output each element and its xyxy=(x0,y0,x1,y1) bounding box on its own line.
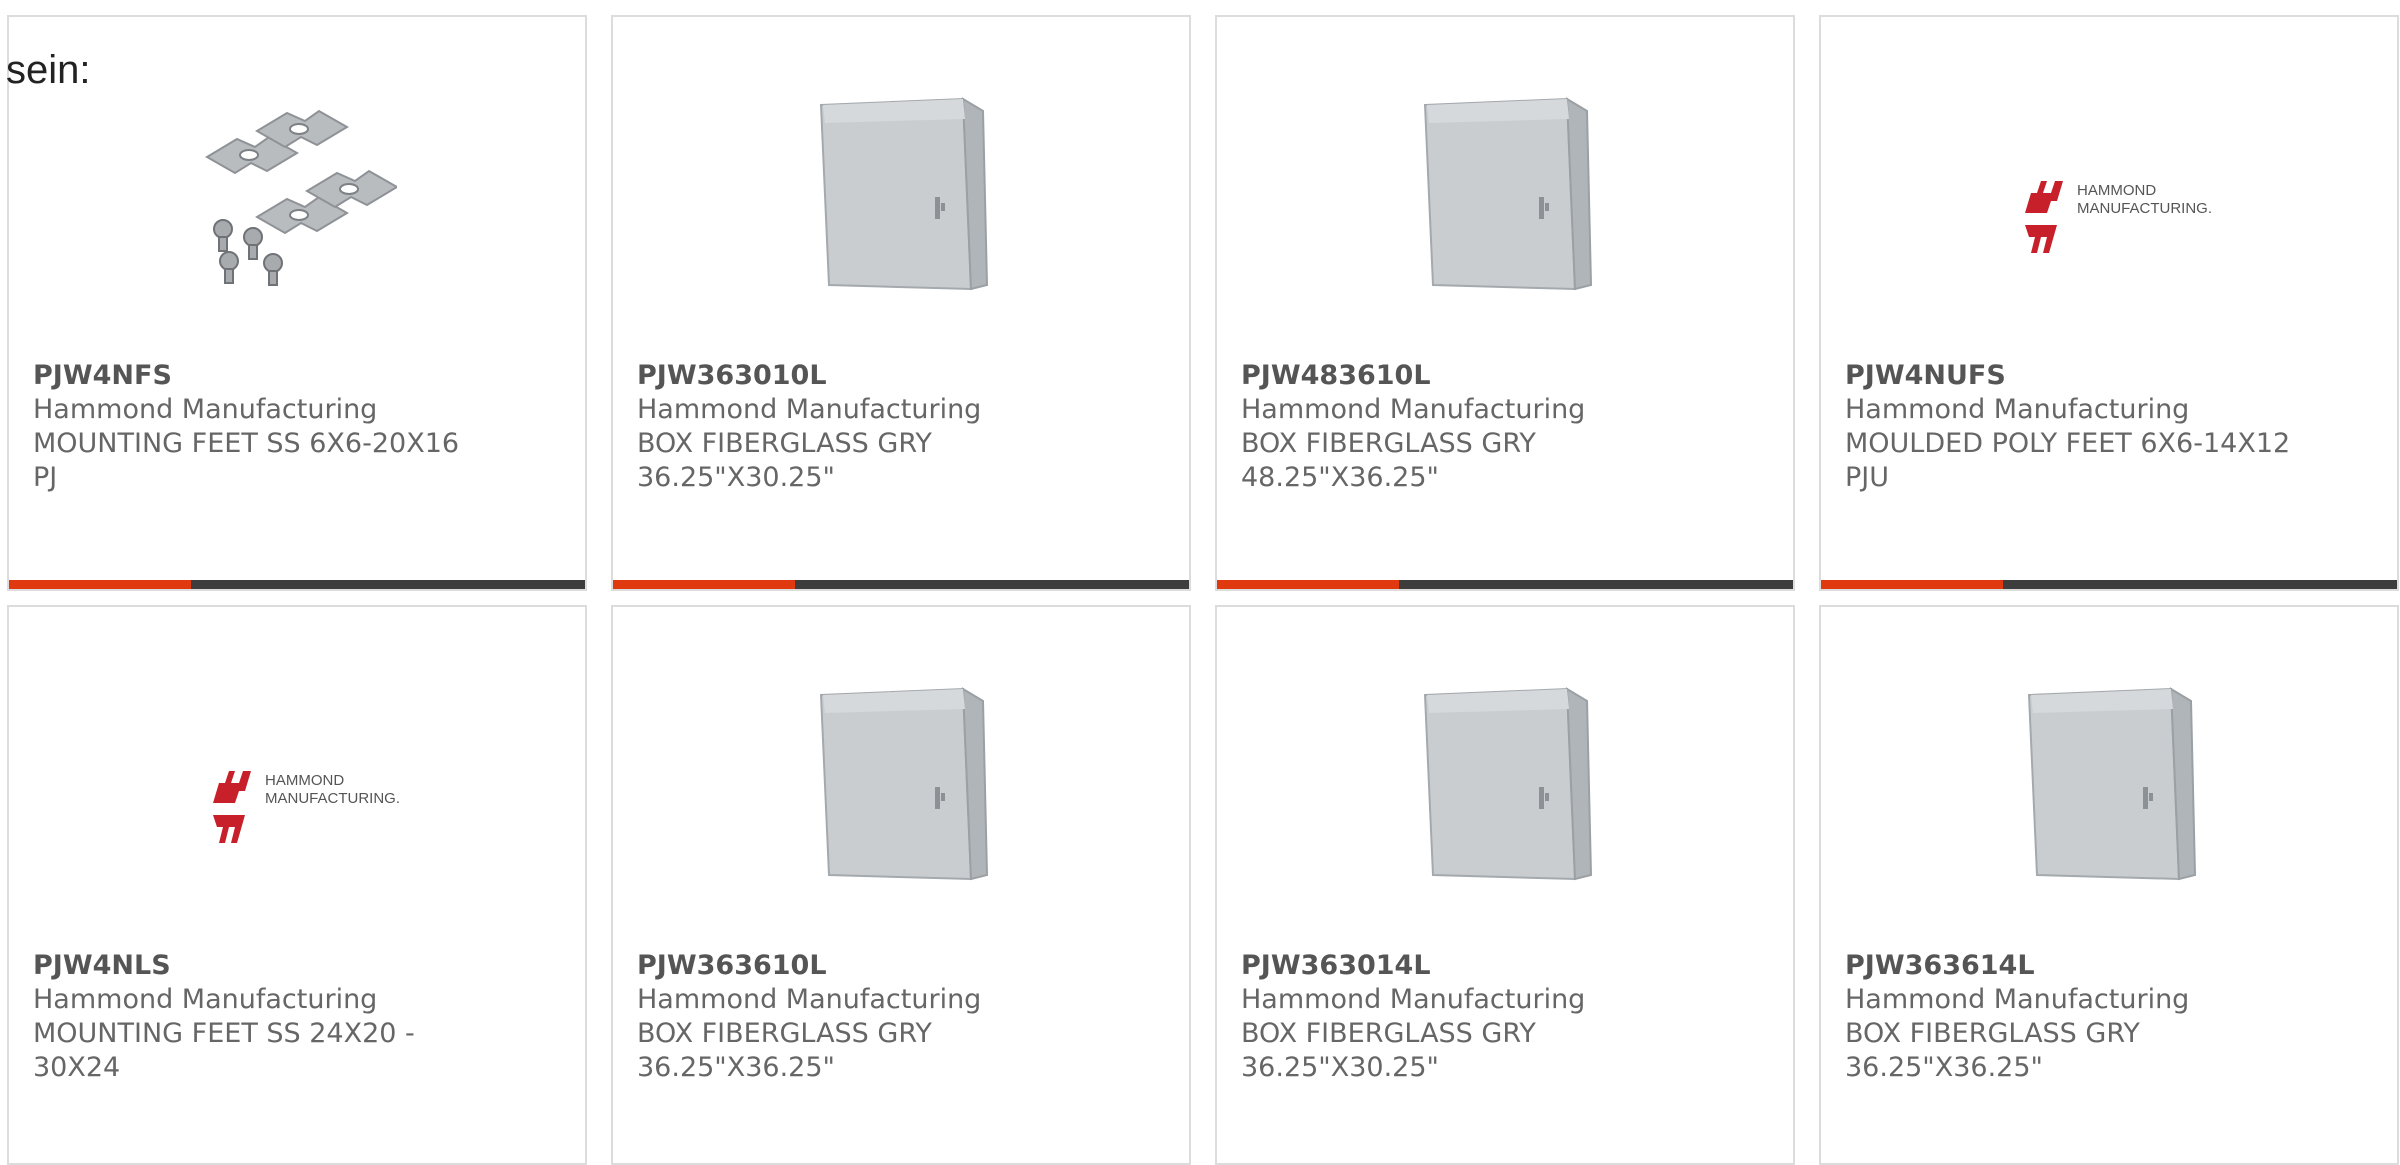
product-card[interactable]: HAMMOND MANUFACTURING. PJW4NUFS Hammond … xyxy=(1819,15,2399,591)
product-card[interactable]: PJW483610L Hammond Manufacturing BOX FIB… xyxy=(1215,15,1795,591)
card-footer-bar xyxy=(1217,580,1793,589)
product-card[interactable]: HAMMOND MANUFACTURING. PJW4NLS Hammond M… xyxy=(7,605,587,1165)
card-accent xyxy=(1217,580,1399,589)
enclosure-icon xyxy=(1423,97,1593,291)
product-info: PJW4NUFS Hammond Manufacturing MOULDED P… xyxy=(1845,359,2365,495)
description-line-1: MOUNTING FEET SS 6X6-20X16 xyxy=(33,428,460,459)
product-grid: PJW4NFS Hammond Manufacturing MOUNTING F… xyxy=(0,0,2400,1165)
description-line-1: BOX FIBERGLASS GRY xyxy=(1241,1018,1536,1049)
manufacturer: Hammond Manufacturing xyxy=(33,984,378,1015)
description-line-2: 30X24 xyxy=(33,1052,121,1083)
product-card[interactable]: PJW363010L Hammond Manufacturing BOX FIB… xyxy=(611,15,1191,591)
description-line-1: MOULDED POLY FEET 6X6-14X12 xyxy=(1845,428,2291,459)
svg-text:MANUFACTURING.: MANUFACTURING. xyxy=(2077,200,2212,217)
product-image[interactable]: HAMMOND MANUFACTURING. xyxy=(1821,77,2397,307)
product-info: PJW363614L Hammond Manufacturing BOX FIB… xyxy=(1845,949,2365,1085)
product-info: PJW4NLS Hammond Manufacturing MOUNTING F… xyxy=(33,949,553,1085)
mounting-feet-icon xyxy=(205,109,397,286)
enclosure-icon xyxy=(1423,687,1593,881)
product-info: PJW483610L Hammond Manufacturing BOX FIB… xyxy=(1241,359,1761,495)
manufacturer: Hammond Manufacturing xyxy=(1241,984,1586,1015)
product-info: PJW363610L Hammond Manufacturing BOX FIB… xyxy=(637,949,1157,1085)
description-line-1: BOX FIBERGLASS GRY xyxy=(1241,428,1536,459)
part-number[interactable]: PJW4NLS xyxy=(33,949,553,983)
card-footer-bar xyxy=(1821,580,2397,589)
description-line-1: BOX FIBERGLASS GRY xyxy=(637,428,932,459)
product-card[interactable]: PJW363610L Hammond Manufacturing BOX FIB… xyxy=(611,605,1191,1165)
part-number[interactable]: PJW363614L xyxy=(1845,949,2365,983)
product-card[interactable]: PJW363014L Hammond Manufacturing BOX FIB… xyxy=(1215,605,1795,1165)
part-number[interactable]: PJW363014L xyxy=(1241,949,1761,983)
enclosure-icon xyxy=(819,97,989,291)
card-accent xyxy=(1821,580,2003,589)
manufacturer: Hammond Manufacturing xyxy=(637,984,982,1015)
svg-text:HAMMOND: HAMMOND xyxy=(265,772,344,789)
product-image[interactable] xyxy=(1217,667,1793,897)
description-line-2: 36.25"X30.25" xyxy=(637,462,835,493)
product-image[interactable]: HAMMOND MANUFACTURING. xyxy=(9,667,585,897)
description-line-1: BOX FIBERGLASS GRY xyxy=(637,1018,932,1049)
intro-text: sein: xyxy=(6,48,91,92)
description-line-1: MOUNTING FEET SS 24X20 - xyxy=(33,1018,415,1049)
product-image[interactable] xyxy=(1821,667,2397,897)
description-line-2: 36.25"X30.25" xyxy=(1241,1052,1439,1083)
svg-text:MANUFACTURING.: MANUFACTURING. xyxy=(265,790,400,807)
hammond-logo-icon: HAMMOND MANUFACTURING. xyxy=(213,771,400,843)
product-image[interactable] xyxy=(613,77,1189,307)
manufacturer: Hammond Manufacturing xyxy=(1845,984,2190,1015)
description-line-2: 36.25"X36.25" xyxy=(1845,1052,2043,1083)
product-info: PJW4NFS Hammond Manufacturing MOUNTING F… xyxy=(33,359,553,495)
part-number[interactable]: PJW363610L xyxy=(637,949,1157,983)
description-line-2: 48.25"X36.25" xyxy=(1241,462,1439,493)
hammond-logo-icon: HAMMOND MANUFACTURING. xyxy=(2025,181,2212,253)
card-accent xyxy=(9,580,191,589)
part-number[interactable]: PJW4NFS xyxy=(33,359,553,393)
product-card[interactable]: PJW363614L Hammond Manufacturing BOX FIB… xyxy=(1819,605,2399,1165)
manufacturer: Hammond Manufacturing xyxy=(33,394,378,425)
part-number[interactable]: PJW363010L xyxy=(637,359,1157,393)
product-card[interactable]: PJW4NFS Hammond Manufacturing MOUNTING F… xyxy=(7,15,587,591)
manufacturer: Hammond Manufacturing xyxy=(1241,394,1586,425)
product-image[interactable] xyxy=(613,667,1189,897)
product-info: PJW363010L Hammond Manufacturing BOX FIB… xyxy=(637,359,1157,495)
svg-text:HAMMOND: HAMMOND xyxy=(2077,182,2156,199)
manufacturer: Hammond Manufacturing xyxy=(1845,394,2190,425)
card-accent xyxy=(613,580,795,589)
product-info: PJW363014L Hammond Manufacturing BOX FIB… xyxy=(1241,949,1761,1085)
part-number[interactable]: PJW483610L xyxy=(1241,359,1761,393)
description-line-2: PJ xyxy=(33,462,58,493)
card-footer-bar xyxy=(613,580,1189,589)
card-footer-bar xyxy=(9,580,585,589)
enclosure-icon xyxy=(819,687,989,881)
description-line-2: PJU xyxy=(1845,462,1890,493)
product-image[interactable] xyxy=(9,77,585,307)
enclosure-icon xyxy=(2027,687,2197,881)
description-line-2: 36.25"X36.25" xyxy=(637,1052,835,1083)
part-number[interactable]: PJW4NUFS xyxy=(1845,359,2365,393)
product-image[interactable] xyxy=(1217,77,1793,307)
manufacturer: Hammond Manufacturing xyxy=(637,394,982,425)
description-line-1: BOX FIBERGLASS GRY xyxy=(1845,1018,2140,1049)
